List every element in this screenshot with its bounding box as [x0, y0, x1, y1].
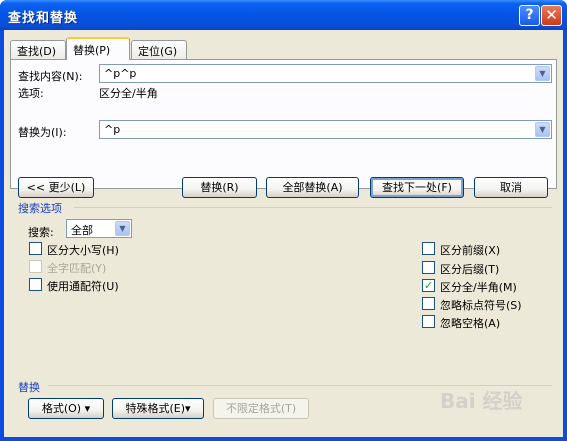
whole-word-label: 全字匹配(Y): [47, 262, 107, 275]
replace-with-label: 替换为(I):: [18, 126, 67, 139]
watermark-logo: Bai 经验: [440, 389, 523, 413]
chevron-down-icon[interactable]: ▼: [535, 66, 550, 81]
search-direction-label: 搜索:: [28, 226, 54, 239]
match-case-checkbox[interactable]: [29, 242, 42, 255]
search-options-header: 搜索选项: [18, 202, 62, 215]
title-bar[interactable]: 查找和替换 ? ✕: [0, 0, 567, 30]
chevron-down-icon[interactable]: ▼: [535, 122, 550, 137]
ignore-space-label[interactable]: 忽略空格(A): [440, 315, 500, 331]
replace-tab-panel: 查找内容(N): ^p^p ▼ 选项: 区分全/半角 替换为(I): ^p ▼: [10, 59, 557, 189]
section-divider: [74, 207, 552, 208]
match-suffix-label[interactable]: 区分后缀(T): [440, 261, 499, 277]
options-label: 选项:: [18, 87, 44, 100]
wildcards-label[interactable]: 使用通配符(U): [47, 278, 119, 294]
dialog-body: 查找(D) 替换(P) 定位(G) 查找内容(N): ^p^p ▼ 选项: 区分…: [4, 30, 563, 437]
wildcards-checkbox[interactable]: [29, 278, 42, 291]
search-direction-value: 全部: [71, 224, 93, 237]
window-title: 查找和替换: [8, 11, 79, 26]
ignore-space-checkbox[interactable]: [422, 315, 435, 328]
match-prefix-checkbox[interactable]: [422, 242, 435, 255]
chevron-down-icon[interactable]: ▼: [115, 221, 130, 236]
cancel-button[interactable]: 取消: [474, 177, 548, 198]
find-what-combo[interactable]: ^p^p ▼: [99, 64, 552, 83]
no-formatting-button: 不限定格式(T): [213, 398, 309, 419]
check-mark-icon: ✓: [423, 279, 434, 292]
match-suffix-checkbox[interactable]: [422, 261, 435, 274]
find-replace-dialog: 查找和替换 ? ✕ 查找(D) 替换(P) 定位(G) 查找内容(N): ^p^…: [0, 0, 567, 441]
options-value: 区分全/半角: [99, 87, 158, 100]
format-button[interactable]: 格式(O) ▾: [28, 398, 104, 419]
special-button[interactable]: 特殊格式(E)▾: [112, 398, 204, 419]
replace-with-combo[interactable]: ^p ▼: [99, 120, 552, 139]
find-what-input[interactable]: ^p^p: [104, 67, 136, 80]
tab-replace[interactable]: 替换(P): [66, 37, 130, 60]
match-width-label[interactable]: 区分全/半角(M): [440, 279, 517, 295]
match-case-label[interactable]: 区分大小写(H): [47, 242, 119, 258]
replace-with-input[interactable]: ^p: [104, 123, 120, 136]
replace-button[interactable]: 替换(R): [182, 177, 257, 198]
search-direction-select[interactable]: 全部 ▼: [66, 219, 132, 238]
replace-section-header: 替换: [18, 381, 40, 394]
find-next-button[interactable]: 查找下一处(F): [370, 177, 464, 198]
match-prefix-label[interactable]: 区分前缀(X): [440, 242, 500, 258]
help-button[interactable]: ?: [519, 5, 540, 26]
tab-find[interactable]: 查找(D): [10, 40, 66, 59]
less-button[interactable]: << 更少(L): [18, 177, 94, 198]
ignore-punct-label[interactable]: 忽略标点符号(S): [440, 297, 522, 313]
replace-all-button[interactable]: 全部替换(A): [266, 177, 359, 198]
tab-goto[interactable]: 定位(G): [131, 40, 187, 59]
find-what-label: 查找内容(N):: [18, 70, 83, 83]
ignore-punct-checkbox[interactable]: [422, 297, 435, 310]
close-button[interactable]: ✕: [541, 5, 562, 26]
match-width-checkbox[interactable]: ✓: [422, 279, 435, 292]
whole-word-checkbox: [29, 260, 42, 273]
